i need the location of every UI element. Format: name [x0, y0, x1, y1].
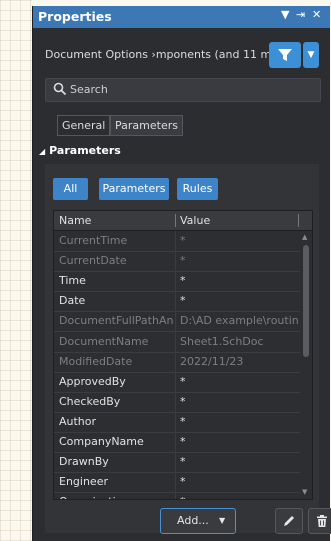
panel-titlebar[interactable]: Properties ▼ ⇥ ✕ — [33, 6, 330, 28]
trash-icon — [317, 515, 327, 527]
add-button-label: Add... — [177, 514, 209, 527]
parameter-value[interactable]: * — [180, 435, 298, 448]
chevron-down-icon[interactable]: ▼ — [303, 42, 319, 68]
filter-rules-button[interactable]: Rules — [177, 178, 218, 200]
search-input[interactable]: Search — [45, 78, 321, 102]
properties-panel: Properties ▼ ⇥ ✕ Document Options ›mpone… — [32, 6, 331, 541]
parameter-name: CurrentDate — [59, 254, 127, 268]
parameter-name: Organization — [59, 495, 174, 499]
table-row[interactable]: CheckedBy * — [54, 391, 300, 413]
column-separator[interactable] — [175, 214, 176, 227]
delete-button[interactable] — [308, 508, 331, 534]
cell-divider — [175, 351, 176, 372]
parameter-value[interactable]: * — [180, 455, 298, 468]
document-options-label: Document Options ›mponents (and 11 more) — [45, 48, 294, 61]
scroll-up-icon[interactable]: ▲ — [302, 233, 307, 241]
parameter-value[interactable]: Sheet1.SchDoc — [180, 335, 298, 348]
funnel-icon — [278, 49, 292, 61]
column-separator[interactable] — [298, 214, 299, 227]
table-row[interactable]: Time * — [54, 271, 300, 293]
parameter-value[interactable]: * — [180, 475, 298, 488]
cell-divider — [175, 371, 176, 392]
cell-divider — [175, 492, 176, 499]
parameter-value[interactable]: D:\AD example\routin... — [180, 314, 298, 327]
cell-divider — [175, 411, 176, 432]
cell-divider — [175, 271, 176, 292]
parameter-name: Time — [59, 274, 86, 288]
parameter-name: CompanyName — [59, 435, 144, 448]
scrollbar-thumb[interactable] — [303, 245, 309, 357]
column-header-value[interactable]: Value — [180, 214, 210, 227]
pencil-icon — [284, 516, 294, 526]
table-row[interactable]: Date * — [54, 291, 300, 313]
column-header-name[interactable]: Name — [59, 214, 91, 227]
table-row[interactable]: ApprovedBy * — [54, 371, 300, 393]
selection-filter-button[interactable] — [269, 42, 301, 68]
panel-menu-icon[interactable]: ▼ — [281, 8, 289, 21]
parameter-value[interactable]: * — [180, 495, 298, 499]
cell-divider — [175, 452, 176, 473]
table-row[interactable]: ModifiedDate 2022/11/23 — [54, 351, 300, 373]
parameter-value[interactable]: * — [180, 415, 298, 428]
table-row[interactable]: CompanyName * — [54, 432, 300, 453]
search-icon — [53, 82, 67, 99]
table-row[interactable]: CurrentTime * — [54, 231, 300, 252]
document-canvas[interactable] — [0, 0, 32, 541]
parameter-name: Author — [59, 414, 97, 428]
document-options-row: Document Options ›mponents (and 11 more)… — [33, 40, 330, 70]
filter-parameters-button[interactable]: Parameters — [99, 178, 169, 200]
vertical-scrollbar[interactable]: ▲ ▼ — [300, 231, 312, 499]
table-row[interactable]: CurrentDate * — [54, 251, 300, 273]
parameter-name: DocumentName — [59, 334, 149, 348]
table-row[interactable]: Author * — [54, 411, 300, 433]
parameter-value[interactable]: * — [180, 375, 298, 388]
cell-divider — [175, 251, 176, 272]
collapse-arrow-icon: ◢ — [39, 147, 46, 156]
parameter-value[interactable]: * — [180, 274, 298, 287]
table-row[interactable]: DocumentName Sheet1.SchDoc — [54, 331, 300, 353]
parameter-value[interactable]: 2022/11/23 — [180, 355, 298, 368]
cell-divider — [175, 391, 176, 412]
panel-title: Properties — [38, 9, 112, 24]
parameter-name: DocumentFullPathAnd... — [59, 314, 174, 328]
parameter-name: ModifiedDate — [59, 354, 133, 368]
parameter-value[interactable]: * — [180, 294, 298, 307]
edit-button[interactable] — [275, 508, 303, 534]
search-placeholder: Search — [70, 83, 108, 96]
parameter-value[interactable]: * — [180, 254, 298, 267]
parameter-name: DrawnBy — [59, 455, 109, 469]
scroll-down-icon[interactable]: ▼ — [302, 488, 307, 496]
parameter-name: Date — [59, 294, 86, 308]
parameters-section-header[interactable]: ◢ Parameters — [39, 144, 121, 157]
cell-divider — [175, 231, 176, 251]
parameters-grid: Name Value CurrentTime * CurrentDate * Time *… — [53, 210, 313, 500]
table-row[interactable]: Engineer * — [54, 472, 300, 494]
cell-divider — [175, 432, 176, 452]
chevron-down-icon: ▼ — [219, 516, 226, 525]
grid-header: Name Value — [54, 211, 312, 231]
cell-divider — [175, 331, 176, 352]
parameters-section: All Parameters Rules Name Value CurrentT… — [45, 164, 331, 534]
table-row[interactable]: Organization * — [54, 492, 300, 499]
section-title: Parameters — [49, 144, 121, 157]
parameter-name: CheckedBy — [59, 394, 121, 408]
pin-icon[interactable]: ⇥ — [296, 8, 305, 21]
parameter-name: Engineer — [59, 475, 108, 489]
tab-general[interactable]: General — [57, 115, 111, 136]
cell-divider — [175, 291, 176, 312]
parameter-value[interactable]: * — [180, 395, 298, 408]
parameter-value[interactable]: * — [180, 234, 298, 247]
table-row[interactable]: DocumentFullPathAnd... D:\AD example\rout… — [54, 311, 300, 333]
parameter-name: ApprovedBy — [59, 374, 126, 388]
cell-divider — [175, 472, 176, 493]
add-button[interactable]: Add... ▼ — [160, 508, 236, 534]
table-row[interactable]: DrawnBy * — [54, 452, 300, 474]
tab-parameters[interactable]: Parameters — [110, 115, 183, 136]
close-icon[interactable]: ✕ — [312, 8, 321, 21]
parameter-name: CurrentTime — [59, 234, 128, 247]
filter-all-button[interactable]: All — [53, 178, 88, 200]
cell-divider — [175, 311, 176, 332]
